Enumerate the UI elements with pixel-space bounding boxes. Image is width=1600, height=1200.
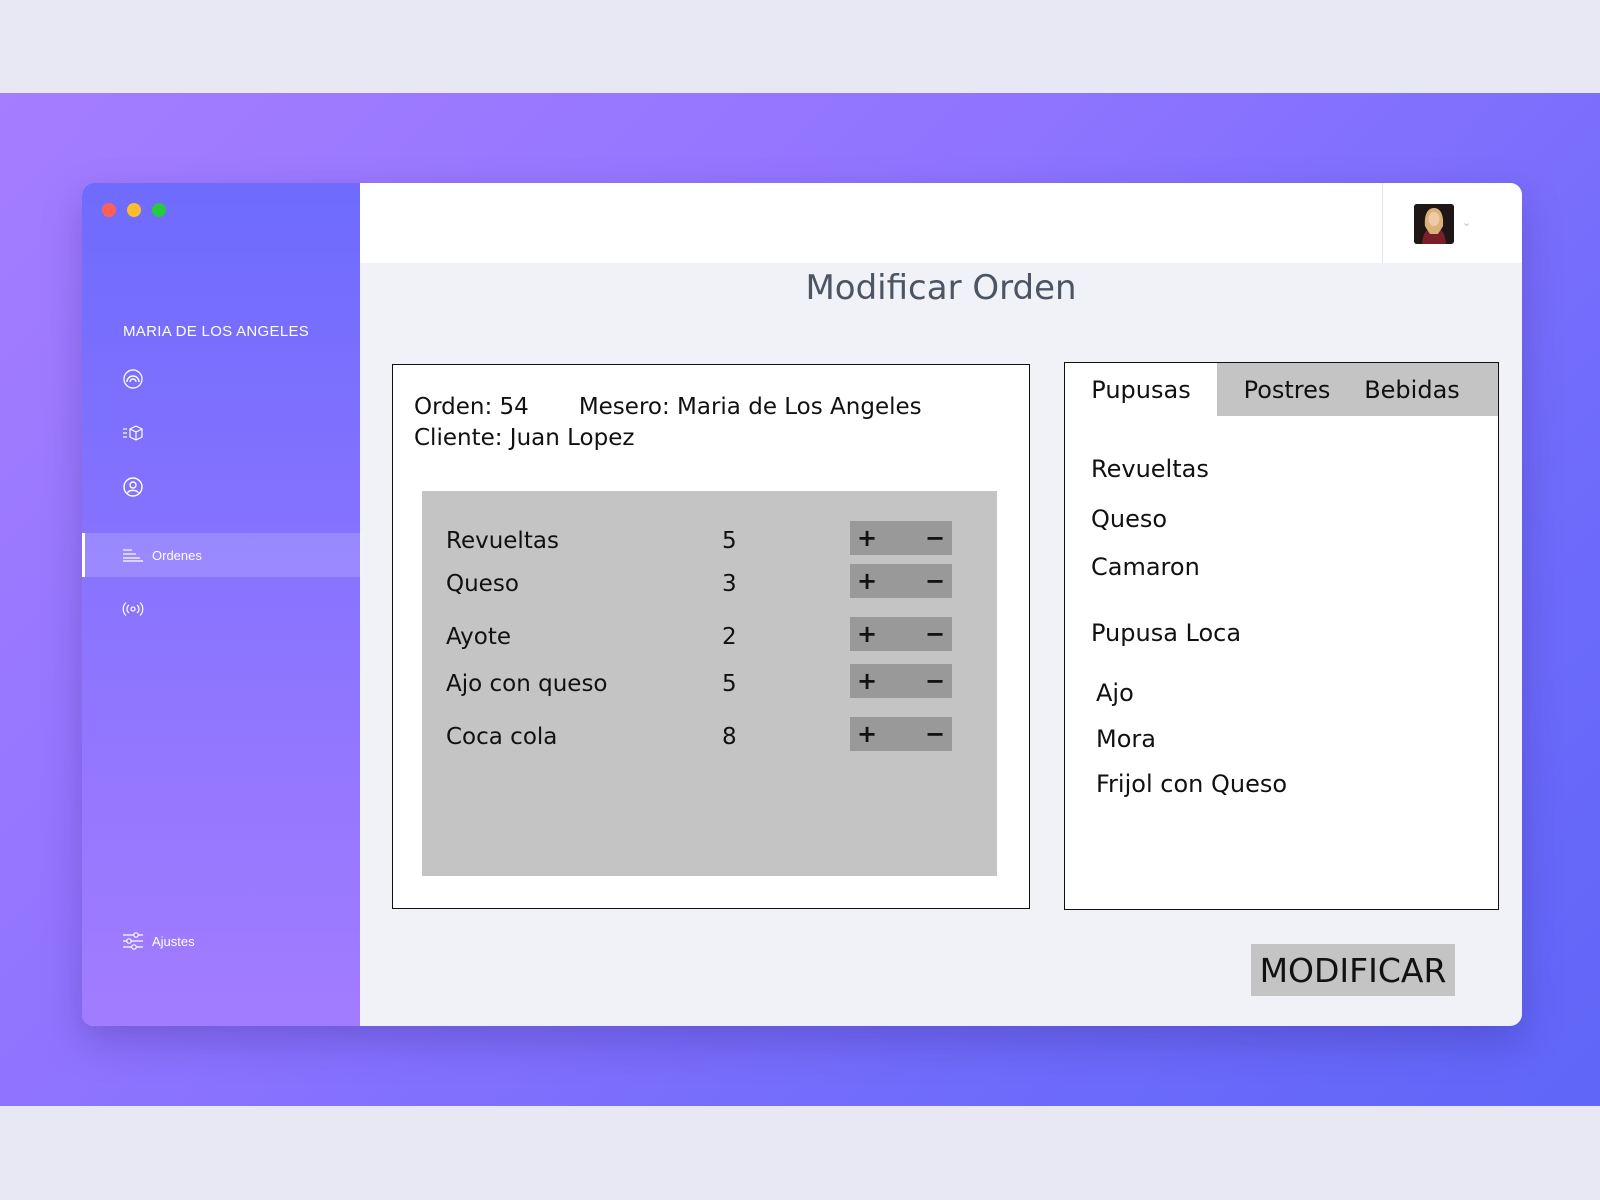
tab-pupusas[interactable]: Pupusas [1065,363,1217,416]
tab-postres[interactable]: Postres [1217,363,1357,416]
order-item-qty: 8 [722,724,737,750]
sidebar-item-label: Ordenes [152,547,202,563]
quantity-stepper: + − [850,521,952,555]
settings-sliders-icon [122,930,144,952]
user-icon [122,476,144,498]
decrease-button[interactable]: − [918,664,952,698]
top-bar: ⌄ [360,183,1522,263]
menu-item[interactable]: Frijol con Queso [1096,770,1287,798]
order-item-qty: 3 [722,571,737,597]
order-waiter: Mesero: Maria de Los Angeles [578,394,922,420]
increase-button[interactable]: + [850,521,884,555]
order-item-name: Queso [446,571,519,597]
menu-item[interactable]: Queso [1091,505,1167,533]
menu-item[interactable]: Camaron [1091,553,1200,581]
order-number: Orden: 54 [414,394,529,420]
quantity-stepper: + − [850,564,952,598]
menu-item[interactable]: Ajo [1096,679,1134,707]
close-window-button[interactable] [102,203,116,217]
chevron-down-icon[interactable]: ⌄ [1462,216,1471,229]
order-item-row: Ayote 2 + − [422,617,997,657]
menu-item[interactable]: Revueltas [1091,455,1209,483]
sidebar-item-ajustes[interactable]: Ajustes [82,919,360,963]
increase-button[interactable]: + [850,717,884,751]
broadcast-icon [122,598,144,620]
app-window: MARIA DE LOS ANGELES Ordenes Ajustes ⌄ M… [82,183,1522,1026]
order-item-row: Queso 3 + − [422,564,997,604]
order-item-name: Ajo con queso [446,671,608,697]
dashboard-icon [122,368,144,390]
order-item-name: Revueltas [446,528,559,554]
order-item-row: Revueltas 5 + − [422,521,997,561]
order-item-qty: 5 [722,671,737,697]
inventory-icon [122,422,144,444]
maximize-window-button[interactable] [152,203,166,217]
sidebar-item-broadcast[interactable] [82,587,360,631]
quantity-stepper: + − [850,664,952,698]
menu-item[interactable]: Pupusa Loca [1091,619,1241,647]
decrease-button[interactable]: − [918,717,952,751]
order-info: Orden: 54 Mesero: Maria de Los Angeles Cl… [414,392,922,454]
window-controls [102,203,166,217]
modify-button[interactable]: MODIFICAR [1251,944,1455,996]
order-item-name: Coca cola [446,724,558,750]
order-item-qty: 5 [722,528,737,554]
increase-button[interactable]: + [850,564,884,598]
order-panel: Orden: 54 Mesero: Maria de Los Angeles Cl… [392,364,1030,909]
sidebar-item-ordenes[interactable]: Ordenes [82,533,363,577]
orders-list-icon [122,544,144,566]
decrease-button[interactable]: − [918,564,952,598]
sidebar-item-users[interactable] [82,465,360,509]
topbar-divider [1382,183,1383,263]
order-item-name: Ayote [446,624,512,650]
decrease-button[interactable]: − [918,617,952,651]
increase-button[interactable]: + [850,664,884,698]
menu-item[interactable]: Mora [1096,725,1156,753]
page-title: Modificar Orden [805,268,1077,308]
tab-bebidas[interactable]: Bebidas [1357,363,1467,416]
user-avatar[interactable] [1414,204,1454,244]
sidebar-item-inventory[interactable] [82,411,360,455]
order-item-row: Coca cola 8 + − [422,717,997,757]
minimize-window-button[interactable] [127,203,141,217]
sidebar: MARIA DE LOS ANGELES Ordenes Ajustes [82,183,363,1026]
sidebar-settings-label: Ajustes [152,933,195,949]
quantity-stepper: + − [850,717,952,751]
menu-panel: Pupusas Postres Bebidas Revueltas Queso … [1064,362,1499,910]
order-item-row: Ajo con queso 5 + − [422,664,997,704]
sidebar-item-dashboard[interactable] [82,357,360,401]
quantity-stepper: + − [850,617,952,651]
order-client: Cliente: Juan Lopez [414,425,635,451]
decrease-button[interactable]: − [918,521,952,555]
order-items-list: Revueltas 5 + − Queso 3 + − Ayote 2 + − … [422,491,997,876]
increase-button[interactable]: + [850,617,884,651]
sidebar-user-name: MARIA DE LOS ANGELES [123,323,310,340]
menu-tabs: Pupusas Postres Bebidas [1065,363,1498,416]
order-item-qty: 2 [722,624,737,650]
